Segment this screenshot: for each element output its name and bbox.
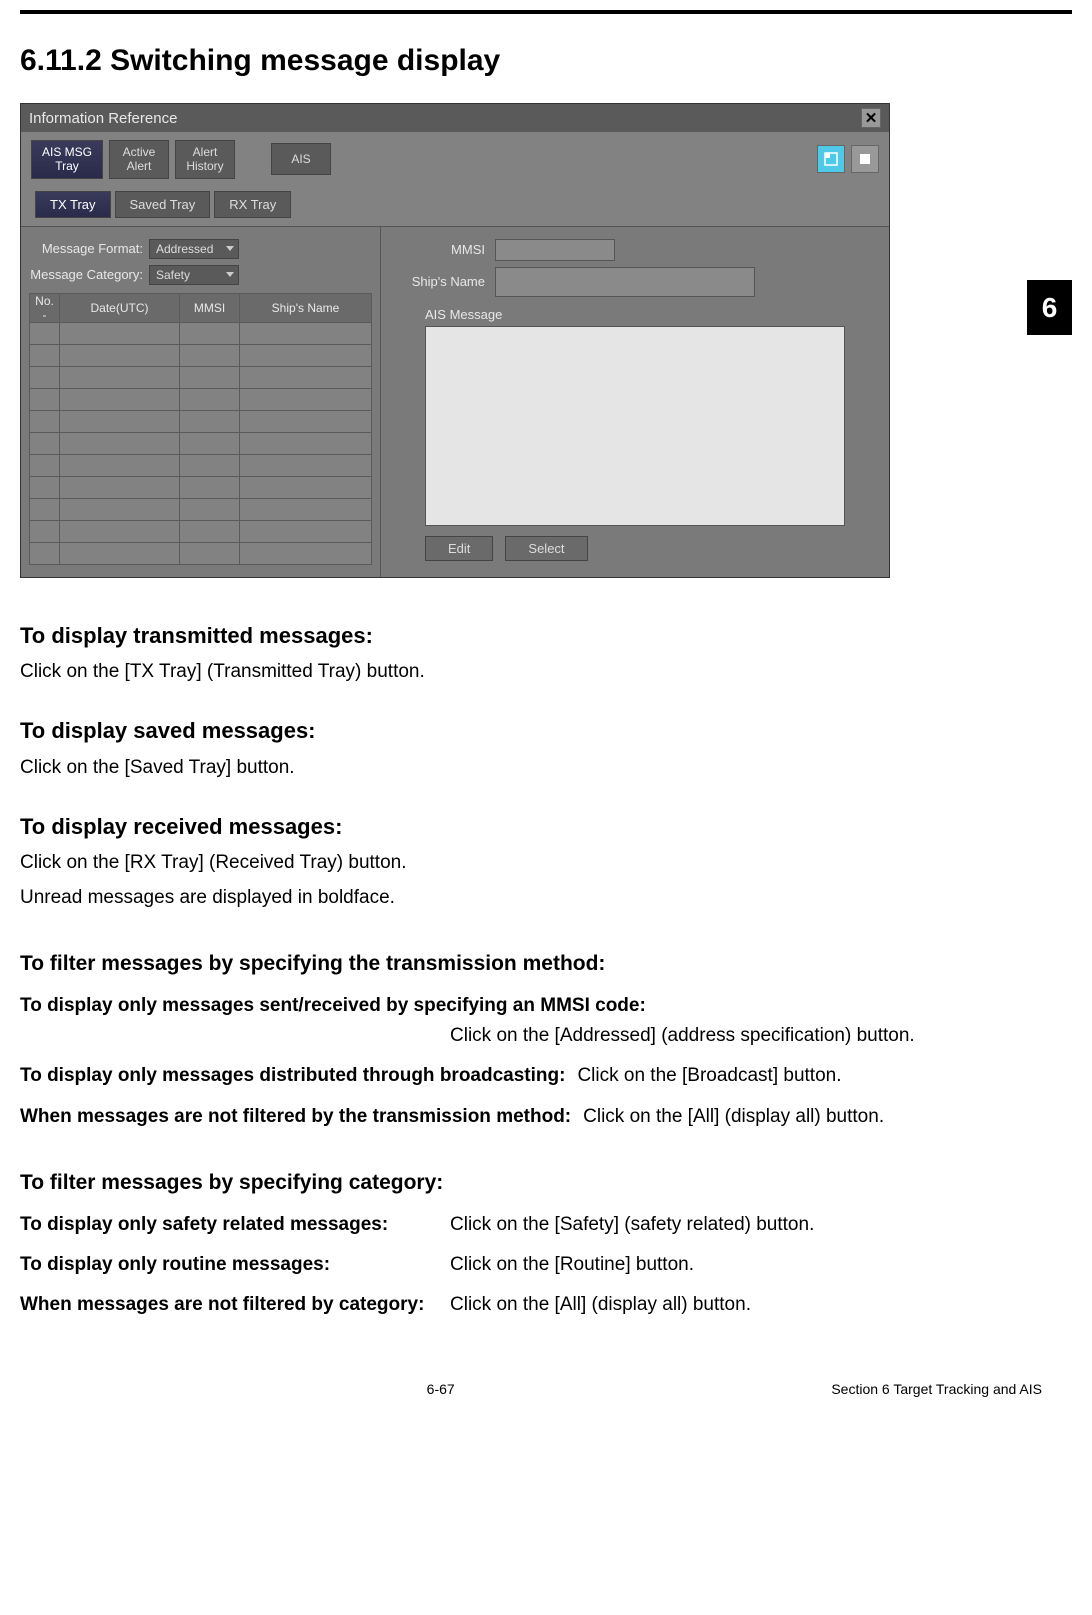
table-row[interactable]	[30, 542, 372, 564]
para-rx2: Unread messages are displayed in boldfac…	[20, 883, 1072, 913]
content-area: Message Format: Addressed Message Catego…	[21, 226, 889, 577]
cat-routine-value: Click on the [Routine] button.	[450, 1250, 1072, 1280]
cat-safety-label: To display only safety related messages:	[20, 1210, 450, 1240]
table-row[interactable]	[30, 410, 372, 432]
tab-ais[interactable]: AIS	[271, 143, 331, 175]
tab-alert-history[interactable]: Alert History	[175, 140, 235, 179]
filter-none-label: When messages are not filtered by the tr…	[20, 1102, 583, 1132]
table-row[interactable]	[30, 322, 372, 344]
select-button[interactable]: Select	[505, 536, 587, 561]
col-date[interactable]: Date(UTC)	[60, 293, 180, 322]
tab-saved-tray[interactable]: Saved Tray	[115, 191, 211, 218]
tab-label: AIS MSG	[42, 145, 92, 159]
para-tx: Click on the [TX Tray] (Transmitted Tray…	[20, 657, 1072, 687]
square-icon	[860, 154, 870, 164]
ship-name-field[interactable]	[495, 267, 755, 297]
window-title: Information Reference	[29, 110, 177, 127]
top-tab-row: AIS MSG Tray Active Alert Alert History …	[21, 132, 889, 183]
filter-mmsi-label: To display only messages sent/received b…	[20, 991, 1072, 1021]
tab-label: Active	[123, 145, 156, 159]
heading-saved: To display saved messages:	[20, 713, 1072, 748]
page-footer: 6-67 Section 6 Target Tracking and AIS	[20, 1381, 1072, 1427]
edit-button[interactable]: Edit	[425, 536, 493, 561]
col-no[interactable]: No. -	[30, 293, 60, 322]
message-category-label: Message Category:	[29, 267, 149, 282]
window-mode-icon[interactable]	[851, 145, 879, 173]
table-row[interactable]	[30, 432, 372, 454]
info-reference-window: Information Reference ✕ AIS MSG Tray Act…	[20, 103, 890, 578]
table-row[interactable]	[30, 520, 372, 542]
ais-message-label: AIS Message	[425, 307, 875, 322]
window-layout-icon[interactable]	[817, 145, 845, 173]
filter-mmsi-value: Click on the [Addressed] (address specif…	[450, 1021, 1072, 1051]
heading-filter-transmission: To filter messages by specifying the tra…	[20, 947, 1072, 981]
sub-tab-row: TX Tray Saved Tray RX Tray	[21, 183, 889, 226]
table-row[interactable]	[30, 388, 372, 410]
cat-routine-label: To display only routine messages:	[20, 1250, 450, 1280]
filter-none-value: Click on the [All] (display all) button.	[583, 1102, 1072, 1132]
tab-label: History	[186, 159, 223, 173]
document-body: To display transmitted messages: Click o…	[20, 618, 1072, 1321]
table-row[interactable]	[30, 366, 372, 388]
table-row[interactable]	[30, 498, 372, 520]
tab-active-alert[interactable]: Active Alert	[109, 140, 169, 179]
table-row[interactable]	[30, 344, 372, 366]
heading-filter-category: To filter messages by specifying categor…	[20, 1166, 1072, 1200]
ship-name-label: Ship's Name	[395, 274, 495, 289]
mmsi-field[interactable]	[495, 239, 615, 261]
tab-tx-tray[interactable]: TX Tray	[35, 191, 111, 218]
table-row[interactable]	[30, 476, 372, 498]
para-saved: Click on the [Saved Tray] button.	[20, 753, 1072, 783]
tab-label: Alert	[193, 145, 218, 159]
tab-label: Alert	[127, 159, 152, 173]
page-number: 6-67	[50, 1381, 831, 1397]
tab-label: Tray	[55, 159, 79, 173]
mmsi-label: MMSI	[395, 242, 495, 257]
tab-rx-tray[interactable]: RX Tray	[214, 191, 291, 218]
message-category-dropdown[interactable]: Safety	[149, 265, 239, 285]
section-heading: 6.11.2 Switching message display	[20, 44, 1072, 78]
message-table: No. - Date(UTC) MMSI Ship's Name	[29, 293, 372, 565]
tab-ais-msg-tray[interactable]: AIS MSG Tray	[31, 140, 103, 179]
col-shipname[interactable]: Ship's Name	[240, 293, 372, 322]
close-icon[interactable]: ✕	[861, 108, 881, 128]
col-mmsi[interactable]: MMSI	[180, 293, 240, 322]
message-format-label: Message Format:	[29, 241, 149, 256]
heading-rx: To display received messages:	[20, 809, 1072, 844]
cat-none-label: When messages are not filtered by catego…	[20, 1290, 450, 1320]
filter-broadcast-value: Click on the [Broadcast] button.	[577, 1061, 1072, 1091]
cat-none-value: Click on the [All] (display all) button.	[450, 1290, 1072, 1320]
table-row[interactable]	[30, 454, 372, 476]
layout-icon	[824, 152, 838, 166]
left-panel: Message Format: Addressed Message Catego…	[21, 227, 381, 577]
para-rx1: Click on the [RX Tray] (Received Tray) b…	[20, 848, 1072, 878]
chapter-side-tab: 6	[1027, 280, 1072, 335]
message-format-dropdown[interactable]: Addressed	[149, 239, 239, 259]
tab-label: AIS	[291, 152, 310, 166]
filter-broadcast-label: To display only messages distributed thr…	[20, 1061, 577, 1091]
cat-safety-value: Click on the [Safety] (safety related) b…	[450, 1210, 1072, 1240]
section-label: Section 6 Target Tracking and AIS	[831, 1381, 1042, 1397]
title-bar: Information Reference ✕	[21, 104, 889, 132]
right-panel: MMSI Ship's Name AIS Message Edit Select	[381, 227, 889, 577]
heading-tx: To display transmitted messages:	[20, 618, 1072, 653]
ais-message-textarea[interactable]	[425, 326, 845, 526]
